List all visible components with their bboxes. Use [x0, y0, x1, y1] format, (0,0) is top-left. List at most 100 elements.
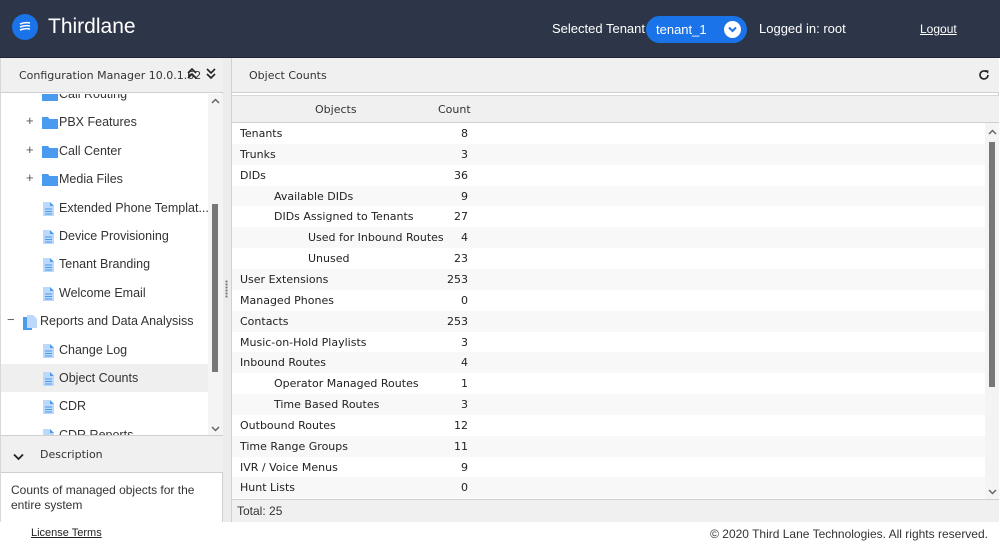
- object-count: 27: [454, 210, 468, 224]
- scroll-up-icon[interactable]: [988, 127, 997, 138]
- tree-item[interactable]: + Media Files: [1, 165, 208, 193]
- refresh-icon[interactable]: [978, 68, 990, 86]
- tree-item-label: CDR Reports: [59, 427, 134, 435]
- table-row[interactable]: DIDs 36: [232, 164, 985, 186]
- scroll-up-icon[interactable]: [211, 96, 220, 107]
- grid-scrollbar-thumb[interactable]: [989, 142, 995, 387]
- column-header-objects[interactable]: Objects: [315, 103, 357, 116]
- tree-item[interactable]: CDR: [1, 392, 208, 420]
- object-count: 36: [454, 168, 468, 182]
- tree-item-label: Extended Phone Templat...: [59, 200, 208, 215]
- description-header[interactable]: Description: [1, 435, 223, 473]
- object-counts-header: Object Counts: [232, 58, 999, 93]
- tree-scrollbar[interactable]: [208, 94, 223, 435]
- table-row[interactable]: Trunks 3: [232, 143, 985, 165]
- chevron-down-icon: [13, 448, 24, 466]
- logout-link[interactable]: Logout: [920, 22, 957, 36]
- expand-icon[interactable]: +: [26, 142, 34, 157]
- expand-icon[interactable]: +: [26, 170, 34, 185]
- tree-item[interactable]: + Call Center: [1, 137, 208, 165]
- config-tree: Call Routing + PBX Features + Call Center + Me…: [1, 94, 208, 435]
- document-icon: [43, 400, 54, 417]
- document-icon: [43, 258, 54, 275]
- table-row[interactable]: Hunt Lists 0: [232, 477, 985, 499]
- object-counts-grid: Tenants 8 Trunks 3 DIDs 36 Available DIDs 9 DIDs…: [232, 123, 985, 499]
- selected-tenant-label: Selected Tenant :: [552, 21, 653, 36]
- total-count: Total: 25: [237, 504, 283, 518]
- table-row[interactable]: Used for Inbound Routes 4: [232, 227, 985, 249]
- tree-item[interactable]: Object Counts: [1, 364, 208, 392]
- object-name: Used for Inbound Routes: [308, 231, 444, 245]
- folder-icon: [42, 173, 58, 189]
- folder-icon: [42, 94, 58, 104]
- table-row[interactable]: Available DIDs 9: [232, 185, 985, 207]
- document-icon: [43, 286, 54, 304]
- tree-item-label: Tenant Branding: [59, 257, 151, 272]
- tree-item[interactable]: Call Routing: [1, 94, 208, 108]
- main-panel: Object Counts Objects Count Tenants 8 Trun…: [231, 58, 999, 522]
- collapse-icon[interactable]: −: [7, 312, 15, 327]
- config-manager-header: Configuration Manager 10.0.1.62: [1, 58, 223, 93]
- tree-item-label: Device Provisioning: [59, 229, 169, 243]
- object-name: Inbound Routes: [240, 356, 327, 370]
- tenant-select[interactable]: tenant_1: [646, 16, 747, 43]
- tree-item-label: Change Log: [59, 342, 128, 357]
- table-row[interactable]: IVR / Voice Menus 9: [232, 456, 985, 478]
- object-count: 1: [461, 377, 468, 391]
- license-terms-link[interactable]: License Terms: [31, 527, 102, 539]
- documents-icon: [23, 315, 38, 333]
- object-count: 253: [447, 272, 468, 286]
- expand-all-icon[interactable]: [206, 68, 216, 82]
- tree-scrollbar-thumb[interactable]: [212, 204, 218, 372]
- column-header-count[interactable]: Count: [438, 103, 471, 116]
- table-row[interactable]: Contacts 253: [232, 310, 985, 332]
- grid-scrollbar[interactable]: [985, 123, 999, 499]
- config-manager-title: Configuration Manager 10.0.1.62: [19, 69, 202, 82]
- collapse-all-icon[interactable]: [187, 67, 197, 82]
- object-name: Contacts: [240, 314, 289, 328]
- table-row[interactable]: Unused 23: [232, 248, 985, 270]
- tree-item[interactable]: + PBX Features: [1, 108, 208, 136]
- tree-item[interactable]: Device Provisioning: [1, 222, 208, 250]
- table-row[interactable]: User Extensions 253: [232, 268, 985, 290]
- tree-item[interactable]: Change Log: [1, 336, 208, 364]
- object-name: Managed Phones: [240, 293, 334, 307]
- table-row[interactable]: DIDs Assigned to Tenants 27: [232, 206, 985, 228]
- scroll-down-icon[interactable]: [211, 424, 220, 435]
- thirdlane-logo-icon: [12, 14, 38, 40]
- table-row[interactable]: Tenants 8: [232, 123, 985, 144]
- object-name: Unused: [308, 252, 350, 266]
- table-row[interactable]: Outbound Routes 12: [232, 414, 985, 436]
- tree-item-label: Media Files: [59, 172, 123, 187]
- object-count: 0: [461, 481, 468, 495]
- tree-item[interactable]: CDR Reports: [1, 421, 208, 435]
- table-row[interactable]: Time Range Groups 11: [232, 435, 985, 457]
- tree-item[interactable]: Extended Phone Templat...: [1, 194, 208, 222]
- object-name: Music-on-Hold Playlists: [240, 335, 367, 349]
- object-name: Available DIDs: [274, 189, 354, 203]
- object-count: 11: [454, 439, 468, 453]
- object-name: DIDs Assigned to Tenants: [274, 210, 414, 224]
- scroll-down-icon[interactable]: [988, 487, 997, 498]
- tree-item-label: Object Counts: [59, 371, 139, 385]
- tree-item[interactable]: Tenant Branding: [1, 250, 208, 278]
- object-count: 3: [461, 398, 468, 412]
- table-row[interactable]: Inbound Routes 4: [232, 352, 985, 374]
- table-row[interactable]: Managed Phones 0: [232, 289, 985, 311]
- object-count: 3: [461, 335, 468, 349]
- object-name: User Extensions: [240, 272, 329, 286]
- tree-item-label: CDR: [59, 399, 87, 414]
- object-count: 9: [461, 460, 468, 474]
- table-row[interactable]: Time Based Routes 3: [232, 394, 985, 416]
- object-name: Time Based Routes: [274, 398, 380, 412]
- tree-item[interactable]: − Reports and Data Analysiss: [1, 307, 208, 335]
- folder-icon: [42, 145, 58, 161]
- app-brand: Thirdlane: [48, 15, 136, 38]
- tree-item[interactable]: Welcome Email: [1, 279, 208, 307]
- table-row[interactable]: Operator Managed Routes 1: [232, 373, 985, 395]
- description-title: Description: [40, 448, 103, 461]
- table-row[interactable]: Music-on-Hold Playlists 3: [232, 331, 985, 353]
- expand-icon[interactable]: +: [26, 113, 34, 128]
- document-icon: [43, 230, 54, 247]
- panel-splitter[interactable]: [223, 58, 231, 522]
